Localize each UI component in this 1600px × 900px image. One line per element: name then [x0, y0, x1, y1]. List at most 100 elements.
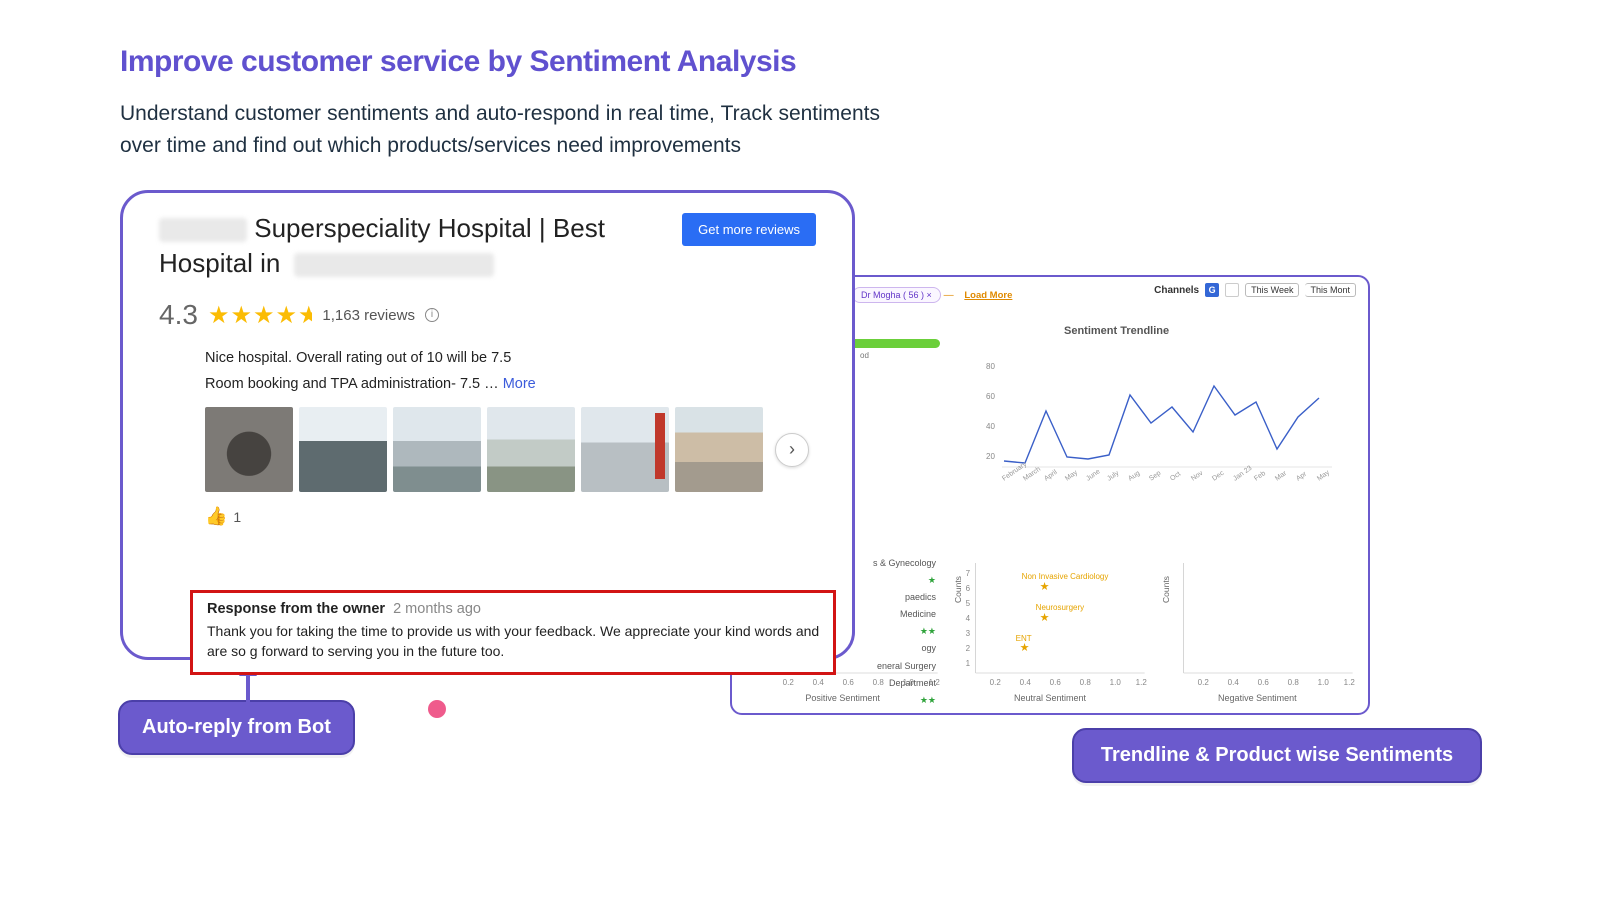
- like-count: 1: [233, 509, 241, 525]
- review-text-line2-prefix: Room booking and TPA administration- 7.5…: [205, 376, 503, 392]
- svg-text:0.2: 0.2: [1197, 678, 1209, 687]
- svg-text:Sep: Sep: [1148, 470, 1162, 483]
- svg-text:0.6: 0.6: [1050, 678, 1062, 687]
- redacted-text: [159, 218, 247, 242]
- reviews-count: 1,163 reviews: [322, 307, 415, 324]
- load-more-link[interactable]: Load More: [964, 290, 1012, 301]
- svg-text:1.0: 1.0: [1317, 678, 1329, 687]
- thumbs-up-icon[interactable]: 👍: [205, 506, 227, 527]
- svg-text:April: April: [1043, 469, 1059, 483]
- photo-thumbnail[interactable]: [393, 407, 481, 492]
- dashboard-topbar: Channels G This Week This Mont: [1154, 283, 1356, 297]
- business-title-line2-prefix: Hospital in: [159, 248, 280, 278]
- photo-thumbnail[interactable]: [675, 407, 763, 492]
- svg-text:0.8: 0.8: [1080, 678, 1092, 687]
- svg-text:60: 60: [986, 392, 995, 401]
- svg-text:1.0: 1.0: [1110, 678, 1122, 687]
- svg-text:1.2: 1.2: [1136, 678, 1148, 687]
- svg-text:4: 4: [966, 614, 971, 623]
- svg-text:0.4: 0.4: [1020, 678, 1032, 687]
- filter-row: Dr Mogha ( 56 ) × — Load More: [852, 283, 1012, 303]
- svg-text:0.6: 0.6: [1257, 678, 1269, 687]
- rating-row: 4.3 ★★★★★ 1,163 reviews i: [159, 299, 824, 331]
- svg-text:Neurosurgery: Neurosurgery: [1036, 603, 1084, 612]
- star-icons: ★★★★★: [208, 301, 312, 330]
- trendline-title: Sentiment Trendline: [1064, 325, 1169, 337]
- like-row: 👍 1: [205, 506, 824, 527]
- photo-thumbnail[interactable]: [205, 407, 293, 492]
- svg-text:1.0: 1.0: [903, 678, 915, 687]
- redacted-text: [294, 253, 494, 277]
- chart-xlabel: Neutral Sentiment: [949, 693, 1150, 703]
- chart-xlabel: Negative Sentiment: [1157, 693, 1358, 703]
- photo-thumbnail[interactable]: [487, 407, 575, 492]
- owner-response-text: Thank you for taking the time to provide…: [207, 621, 821, 662]
- svg-text:ENT: ENT: [1016, 634, 1032, 643]
- svg-text:★: ★: [1040, 581, 1050, 593]
- channels-label: Channels: [1154, 285, 1199, 296]
- info-icon[interactable]: i: [425, 308, 439, 322]
- this-week-toggle[interactable]: This Week: [1245, 283, 1299, 297]
- sentiment-trendline-chart: 80 60 40 20 February March April May Jun…: [982, 347, 1342, 517]
- photo-thumbnails: ›: [205, 407, 824, 492]
- svg-text:May: May: [1316, 469, 1331, 483]
- svg-text:Dec: Dec: [1211, 469, 1226, 482]
- svg-text:Nov: Nov: [1190, 469, 1205, 482]
- svg-text:7: 7: [966, 569, 971, 578]
- callout-auto-reply: Auto-reply from Bot: [118, 700, 355, 755]
- svg-text:80: 80: [986, 362, 995, 371]
- svg-text:Jan 23: Jan 23: [1232, 465, 1253, 483]
- more-link[interactable]: More: [503, 376, 536, 392]
- owner-response-from: Response from the owner: [207, 601, 385, 617]
- review-text-line2: Room booking and TPA administration- 7.5…: [205, 371, 824, 397]
- this-month-toggle[interactable]: This Mont: [1305, 283, 1356, 297]
- svg-text:1.2: 1.2: [929, 678, 941, 687]
- category-bar-label: od: [860, 351, 869, 360]
- owner-response-box: Response from the owner 2 months ago Tha…: [190, 590, 836, 675]
- owner-response-header: Response from the owner 2 months ago: [207, 601, 821, 617]
- svg-text:0.8: 0.8: [873, 678, 885, 687]
- svg-text:Mar: Mar: [1274, 470, 1288, 483]
- svg-text:40: 40: [986, 422, 995, 431]
- counts-axis-label: Counts: [1161, 576, 1171, 603]
- svg-text:1.2: 1.2: [1343, 678, 1355, 687]
- review-body: Nice hospital. Overall rating out of 10 …: [159, 345, 824, 527]
- page-subtitle: Understand customer sentiments and auto-…: [120, 98, 880, 161]
- photo-thumbnail[interactable]: [581, 407, 669, 492]
- svg-text:Aug: Aug: [1127, 470, 1141, 483]
- svg-text:May: May: [1064, 469, 1079, 483]
- channel-option[interactable]: [1225, 283, 1239, 297]
- svg-text:20: 20: [986, 452, 995, 461]
- svg-text:★: ★: [1020, 642, 1030, 654]
- owner-response-ago: 2 months ago: [393, 601, 481, 617]
- business-title-part: Superspeciality Hospital | Best: [254, 213, 605, 243]
- svg-text:0.6: 0.6: [843, 678, 855, 687]
- svg-text:★: ★: [1040, 612, 1050, 624]
- next-photos-button[interactable]: ›: [775, 433, 809, 467]
- svg-text:Feb: Feb: [1253, 470, 1267, 483]
- svg-text:0.2: 0.2: [783, 678, 795, 687]
- rating-value: 4.3: [159, 299, 198, 331]
- category-bar: [850, 339, 940, 348]
- counts-axis-label: Counts: [953, 576, 963, 603]
- svg-text:2: 2: [966, 644, 971, 653]
- filter-chip[interactable]: Dr Mogha ( 56 ) ×: [852, 287, 941, 303]
- svg-text:Apr: Apr: [1295, 470, 1308, 482]
- photo-thumbnail[interactable]: [299, 407, 387, 492]
- callout-trendline: Trendline & Product wise Sentiments: [1072, 728, 1482, 783]
- neutral-sentiment-chart: Counts 765 4321 0.20.4 0.60.8 1.01.2 ★ ★…: [949, 553, 1150, 703]
- svg-text:June: June: [1085, 468, 1102, 483]
- chat-bubble-icon: [428, 700, 446, 718]
- svg-text:0.8: 0.8: [1287, 678, 1299, 687]
- svg-text:July: July: [1106, 469, 1121, 482]
- svg-text:5: 5: [966, 599, 971, 608]
- chart-xlabel: Positive Sentiment: [742, 693, 943, 703]
- channel-badge[interactable]: G: [1205, 283, 1219, 297]
- svg-text:Oct: Oct: [1169, 471, 1182, 483]
- svg-text:0.4: 0.4: [1227, 678, 1239, 687]
- get-more-reviews-button[interactable]: Get more reviews: [682, 213, 816, 246]
- svg-text:0.4: 0.4: [813, 678, 825, 687]
- page-title: Improve customer service by Sentiment An…: [120, 45, 796, 79]
- svg-text:1: 1: [966, 659, 971, 668]
- svg-text:0.2: 0.2: [990, 678, 1002, 687]
